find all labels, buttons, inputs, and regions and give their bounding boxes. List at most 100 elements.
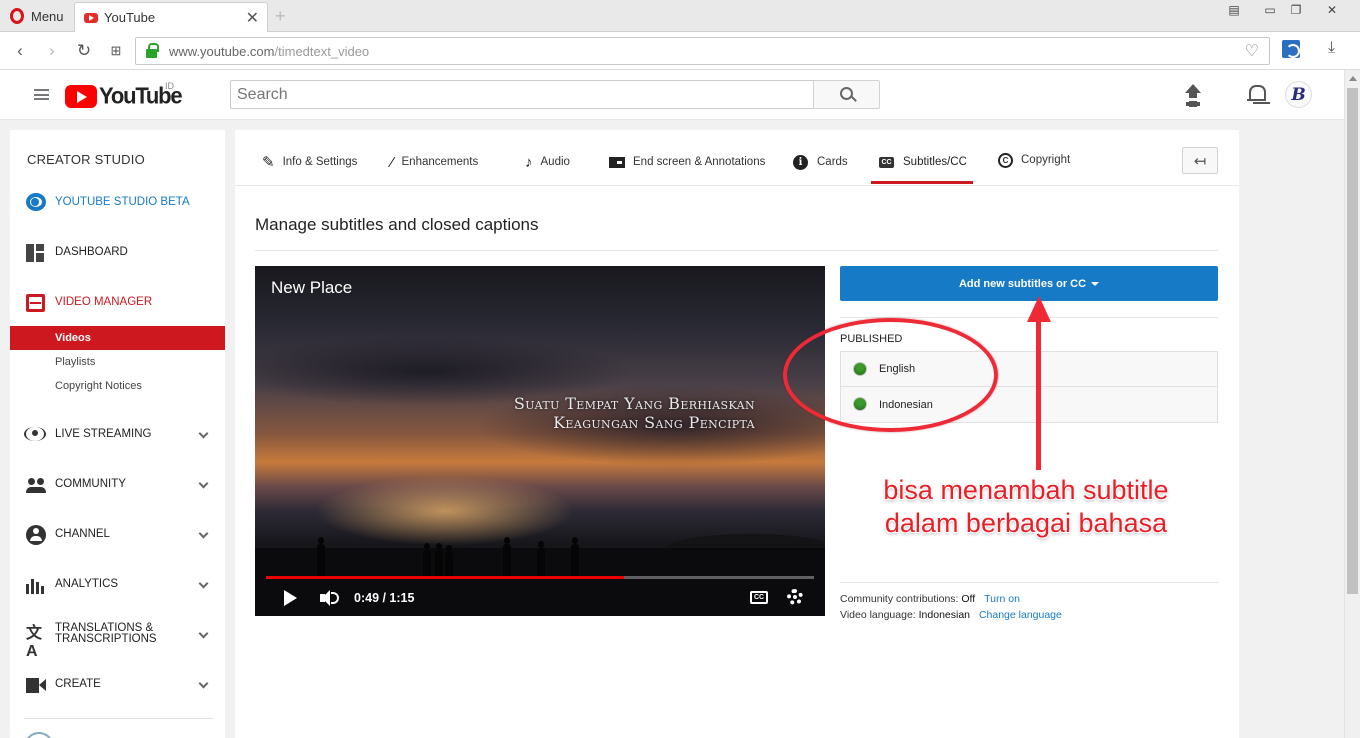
active-tab-indicator <box>871 181 973 184</box>
sidebar-item-channel[interactable]: CHANNEL <box>10 521 225 547</box>
upload-icon[interactable] <box>1184 84 1202 104</box>
video-frame-silhouette <box>317 537 325 578</box>
back-arrow-icon: ↤ <box>1193 152 1207 170</box>
youtube-masthead: YouTube ID B <box>0 70 1344 120</box>
sidebar-subitem-videos[interactable]: Videos <box>10 326 225 350</box>
annotation-text: bisa menambah subtitle dalam berbagai ba… <box>866 474 1186 540</box>
pencil-icon: ✎ <box>262 154 275 171</box>
main-panel: ✎ Info & Settings ⁄ Enhancements ♪ Audio… <box>235 130 1239 738</box>
video-time: 0:49 / 1:15 <box>354 591 415 605</box>
creator-studio-sidebar: CREATOR STUDIO YOUTUBE STUDIO BETA DASHB… <box>10 130 225 738</box>
tab-enhancements[interactable]: ⁄ Enhancements <box>391 152 478 172</box>
live-icon <box>24 427 46 441</box>
tab-menu-icon[interactable]: ▤ <box>1220 0 1248 20</box>
sidebar-item-label: CREATE <box>55 678 101 690</box>
browser-tab[interactable]: YouTube ✕ <box>74 2 268 32</box>
turn-on-link[interactable]: Turn on <box>984 593 1020 605</box>
speed-dial-icon[interactable]: ⊞ <box>104 39 128 63</box>
dashboard-icon <box>26 244 46 262</box>
back-button[interactable]: ↤ <box>1182 147 1218 174</box>
minimize-icon[interactable]: ▭ <box>1256 0 1284 20</box>
browser-menu-button[interactable]: Menu <box>0 0 72 32</box>
notifications-bell-icon[interactable] <box>1247 84 1266 104</box>
sidebar-divider <box>24 718 214 719</box>
music-note-icon: ♪ <box>525 153 533 171</box>
chevron-down-icon[interactable] <box>198 428 209 439</box>
url-field[interactable]: www.youtube.com/timedtext_video ♡ <box>135 37 1270 65</box>
chevron-down-icon[interactable] <box>198 528 209 539</box>
chevron-down-icon[interactable] <box>198 628 209 639</box>
address-bar: ‹ › ↻ ⊞ www.youtube.com/timedtext_video … <box>0 32 1360 70</box>
caret-down-icon <box>1091 281 1100 286</box>
account-avatar[interactable]: B <box>1285 81 1312 108</box>
title-divider <box>255 250 1218 251</box>
captions-toggle-icon[interactable]: CC <box>750 591 768 604</box>
tab-info-settings[interactable]: ✎ Info & Settings <box>262 152 357 172</box>
sidebar-item-create[interactable]: CREATE <box>10 671 225 697</box>
sidebar-item-analytics[interactable]: ANALYTICS <box>10 571 225 597</box>
sidebar-item-label: YOUTUBE STUDIO BETA <box>55 196 190 208</box>
scroll-up-icon[interactable] <box>1349 76 1357 81</box>
tab-subtitles-cc[interactable]: CC Subtitles/CC <box>879 152 967 172</box>
tab-end-screen[interactable]: End screen & Annotations <box>609 152 765 172</box>
annotation-ellipse <box>783 318 998 432</box>
sidebar-item-video-manager[interactable]: VIDEO MANAGER <box>10 289 225 315</box>
sync-icon[interactable] <box>1282 40 1300 58</box>
opera-logo-icon <box>10 8 24 24</box>
sidebar-item-community[interactable]: COMMUNITY <box>10 471 225 497</box>
chevron-down-icon[interactable] <box>198 478 209 489</box>
close-tab-icon[interactable]: ✕ <box>246 8 259 28</box>
play-icon[interactable] <box>284 590 297 606</box>
annotation-line: bisa menambah subtitle <box>883 475 1169 505</box>
chevron-down-icon[interactable] <box>198 678 209 689</box>
tab-label: Cards <box>817 156 848 168</box>
sidebar-item-dashboard[interactable]: DASHBOARD <box>10 239 225 265</box>
youtube-play-logo-icon <box>65 84 97 108</box>
guide-menu-icon[interactable] <box>34 89 49 100</box>
youtube-favicon-icon <box>84 12 98 23</box>
tab-audio[interactable]: ♪ Audio <box>525 152 570 172</box>
reload-icon[interactable]: ↻ <box>72 39 96 63</box>
video-frame-silhouette <box>537 541 545 578</box>
sidebar-subitem-playlists[interactable]: Playlists <box>10 350 225 374</box>
page-scrollbar[interactable] <box>1344 70 1360 738</box>
sidebar-item-label: VIDEO MANAGER <box>55 296 153 308</box>
sidebar-item-studio-beta[interactable]: YOUTUBE STUDIO BETA <box>10 189 225 215</box>
create-icon <box>26 676 46 694</box>
search-input[interactable] <box>230 80 814 109</box>
forward-icon[interactable]: › <box>40 39 64 63</box>
sidebar-item-live-streaming[interactable]: LIVE STREAMING <box>10 421 225 447</box>
channel-avatar[interactable] <box>24 732 54 738</box>
new-tab-icon[interactable]: + <box>275 6 286 27</box>
change-language-link[interactable]: Change language <box>979 609 1062 621</box>
sidebar-subitem-copyright-notices[interactable]: Copyright Notices <box>10 374 225 398</box>
tab-label: Enhancements <box>401 156 479 168</box>
close-window-icon[interactable]: ✕ <box>1318 0 1346 20</box>
search-button[interactable] <box>813 80 880 109</box>
bookmark-heart-icon[interactable]: ♡ <box>1245 41 1259 61</box>
video-progress-bar[interactable] <box>266 576 814 579</box>
youtube-logo[interactable]: YouTube <box>65 82 183 109</box>
tab-copyright[interactable]: C Copyright <box>998 150 1070 170</box>
channel-icon <box>26 525 46 545</box>
video-manager-icon <box>26 294 45 312</box>
tab-cards[interactable]: i Cards <box>793 152 848 172</box>
community-contributions-line: Community contributions: Off Turn on <box>840 593 1020 605</box>
sidebar-item-translations[interactable]: 文A TRANSLATIONS & TRANSCRIPTIONS <box>10 621 225 660</box>
back-icon[interactable]: ‹ <box>8 39 32 63</box>
chevron-down-icon[interactable] <box>198 578 209 589</box>
download-icon[interactable]: ⤓ <box>1328 39 1335 57</box>
video-language-label: Video language: <box>840 609 916 621</box>
settings-gear-icon[interactable] <box>787 589 803 605</box>
country-code: ID <box>165 81 174 91</box>
tab-label: End screen & Annotations <box>633 156 766 168</box>
url-path: /timedtext_video <box>274 43 370 59</box>
sidebar-title: CREATOR STUDIO <box>27 152 145 167</box>
video-caption-line: Keagungan Sang Pencipta <box>553 413 755 432</box>
video-player[interactable]: New Place Suatu Tempat Yang Berhiaskan K… <box>255 266 825 616</box>
end-screen-icon <box>609 156 625 168</box>
restore-icon[interactable]: ❐ <box>1282 0 1310 20</box>
scroll-thumb[interactable] <box>1347 88 1358 594</box>
tab-label: Info & Settings <box>282 156 358 168</box>
video-caption: Suatu Tempat Yang Berhiaskan Keagungan S… <box>385 394 755 432</box>
